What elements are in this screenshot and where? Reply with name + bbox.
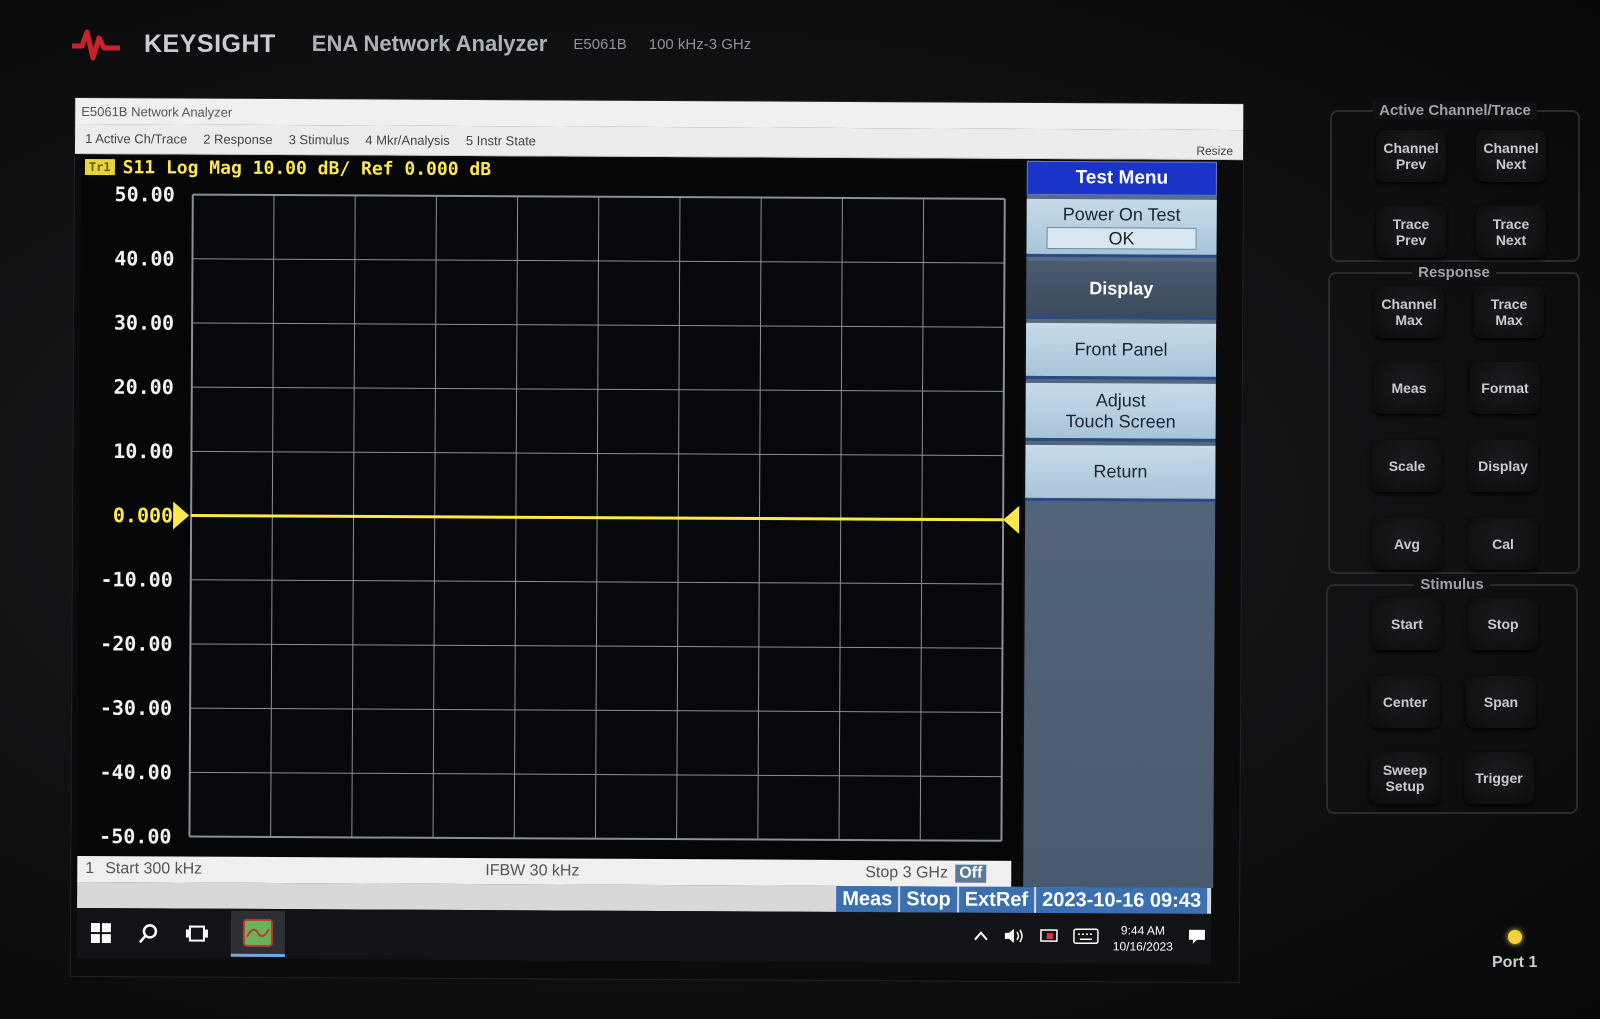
- y-tick-label: -40.00: [99, 760, 171, 784]
- status-meas: Meas: [836, 885, 899, 913]
- y-tick-label: 10.00: [113, 439, 173, 463]
- trigger-key[interactable]: Trigger: [1464, 752, 1534, 804]
- front-panel-label: Front Panel: [1074, 339, 1168, 360]
- softkey-menu-title: Test Menu: [1026, 160, 1217, 196]
- y-tick-label: 40.00: [114, 246, 174, 270]
- active-channel-trace-group: Active Channel/Trace Channel Prev Channel…: [1330, 102, 1580, 262]
- windows-start-icon[interactable]: [77, 912, 125, 954]
- sweep-setup-key[interactable]: Sweep Setup: [1370, 752, 1440, 804]
- response-legend: Response: [1412, 264, 1496, 281]
- y-tick-label: -20.00: [100, 631, 172, 655]
- status-stop: Stop: [900, 886, 957, 913]
- power-on-test-label: Power On Test: [1062, 204, 1181, 225]
- chevron-up-icon[interactable]: [973, 929, 989, 947]
- y-tick-label: 50.00: [115, 182, 175, 206]
- y-tick-label: 0.000: [113, 503, 173, 527]
- frequency-range: 100 kHz-3 GHz: [648, 35, 752, 53]
- menu-instr-state[interactable]: 5 Instr State: [466, 133, 536, 148]
- reference-marker-left-icon: [173, 501, 190, 530]
- meas-key[interactable]: Meas: [1374, 362, 1444, 414]
- display-softkey[interactable]: Display: [1026, 260, 1217, 320]
- channel-next-key[interactable]: Channel Next: [1476, 130, 1546, 182]
- power-on-test-result: OK: [1046, 227, 1197, 250]
- y-tick-label: -30.00: [100, 696, 172, 720]
- trace-label: S11 Log Mag 10.00 dB/ Ref 0.000 dB: [122, 156, 492, 180]
- display-key[interactable]: Display: [1468, 440, 1538, 492]
- menu-stimulus[interactable]: 3 Stimulus: [289, 132, 350, 147]
- center-key[interactable]: Center: [1370, 676, 1440, 728]
- channel-max-key[interactable]: Channel Max: [1374, 286, 1444, 338]
- start-key[interactable]: Start: [1372, 598, 1442, 650]
- network-status-icon[interactable]: [1039, 927, 1059, 950]
- status-datetime: 2023-10-16 09:43: [1036, 886, 1208, 914]
- menu-mkr-analysis[interactable]: 4 Mkr/Analysis: [365, 132, 450, 147]
- trace-max-key[interactable]: Trace Max: [1474, 286, 1544, 338]
- system-tray: 9:44 AM 10/16/2023: [973, 913, 1207, 964]
- instrument-title: ENA Network Analyzer: [311, 31, 548, 56]
- menu-response[interactable]: 2 Response: [203, 132, 272, 147]
- status-extref: ExtRef: [958, 886, 1035, 913]
- return-label: Return: [1093, 461, 1148, 482]
- y-tick-label: 30.00: [114, 311, 174, 335]
- resize-button[interactable]: Resize: [1196, 144, 1233, 158]
- adjust-label-line2: Touch Screen: [1065, 410, 1176, 432]
- stop-key[interactable]: Stop: [1468, 598, 1538, 650]
- display-softkey-label: Display: [1089, 278, 1154, 299]
- span-key[interactable]: Span: [1466, 676, 1536, 728]
- y-tick-label: -50.00: [99, 824, 171, 848]
- scale-key[interactable]: Scale: [1372, 440, 1442, 492]
- instrument-branding: KEYSIGHT ENA Network Analyzer E5061B 100…: [70, 14, 751, 74]
- active-channel-trace-legend: Active Channel/Trace: [1373, 102, 1537, 119]
- adjust-touch-screen-softkey[interactable]: Adjust Touch Screen: [1025, 382, 1216, 442]
- avg-key[interactable]: Avg: [1372, 518, 1442, 570]
- brand-name: KEYSIGHT: [144, 29, 276, 58]
- network-analyzer-app-icon[interactable]: [230, 910, 286, 958]
- stop-frequency[interactable]: Stop 3 GHz: [865, 864, 955, 882]
- menu-active-ch-trace[interactable]: 1 Active Ch/Trace: [85, 131, 187, 147]
- windows-taskbar: 9:44 AM 10/16/2023: [76, 907, 1212, 964]
- trace-next-key[interactable]: Trace Next: [1476, 206, 1546, 258]
- clock-date: 10/16/2023: [1112, 939, 1173, 954]
- keyboard-icon[interactable]: [1073, 927, 1099, 949]
- y-tick-label: -10.00: [100, 567, 172, 591]
- taskbar-clock[interactable]: 9:44 AM 10/16/2023: [1113, 922, 1173, 954]
- y-tick-label: 20.00: [114, 375, 174, 399]
- keysight-logo-icon: [72, 29, 120, 61]
- volume-icon[interactable]: [1003, 926, 1025, 949]
- port-1-label: Port 1: [1492, 954, 1538, 971]
- stimulus-legend: Stimulus: [1414, 576, 1490, 593]
- search-icon[interactable]: [125, 912, 173, 954]
- front-panel-softkey[interactable]: Front Panel: [1025, 322, 1217, 380]
- reference-marker-right-icon: [1003, 505, 1020, 534]
- trace-plot[interactable]: 50.00 40.00 30.00 20.00 10.00 0.000 -10.00 -20.…: [77, 155, 1025, 861]
- notification-icon[interactable]: [1187, 927, 1207, 950]
- cal-key[interactable]: Cal: [1468, 518, 1538, 570]
- trace-header: Tr1 S11 Log Mag 10.00 dB/ Ref 0.000 dB: [84, 156, 492, 180]
- power-on-test-softkey[interactable]: Power On Test OK: [1026, 198, 1217, 258]
- stimulus-group: Stimulus Start Stop Center Span Sweep Set…: [1326, 576, 1578, 814]
- chart-svg: 50.00 40.00 30.00 20.00 10.00 0.000 -10.00 -20.…: [99, 182, 1020, 848]
- output-off-badge: Off: [955, 864, 987, 883]
- return-softkey[interactable]: Return: [1025, 444, 1216, 502]
- instrument-model: E5061B: [573, 35, 627, 53]
- port-1-led-icon: [1507, 930, 1522, 944]
- channel-number: 1: [85, 860, 95, 878]
- adjust-label-line1: Adjust: [1095, 389, 1146, 411]
- channel-prev-key[interactable]: Channel Prev: [1376, 130, 1446, 182]
- format-key[interactable]: Format: [1470, 362, 1540, 414]
- trace-prev-key[interactable]: Trace Prev: [1376, 206, 1446, 258]
- task-view-icon[interactable]: [173, 912, 221, 954]
- response-group: Response Channel Max Trace Max Meas Format…: [1328, 264, 1580, 574]
- ifbw-value[interactable]: IFBW 30 kHz: [485, 862, 865, 882]
- menu-bar: 1 Active Ch/Trace 2 Response 3 Stimulus …: [75, 123, 1244, 161]
- softkey-panel: Test Menu Power On Test OK Display Front…: [1023, 160, 1217, 888]
- start-frequency[interactable]: Start 300 kHz: [105, 860, 485, 880]
- analyzer-screen: E5061B Network Analyzer 1 Active Ch/Trac…: [69, 96, 1245, 984]
- clock-time: 9:44 AM: [1120, 923, 1165, 938]
- port-1: Port 1: [1492, 930, 1537, 972]
- trace-tag[interactable]: Tr1: [84, 158, 115, 176]
